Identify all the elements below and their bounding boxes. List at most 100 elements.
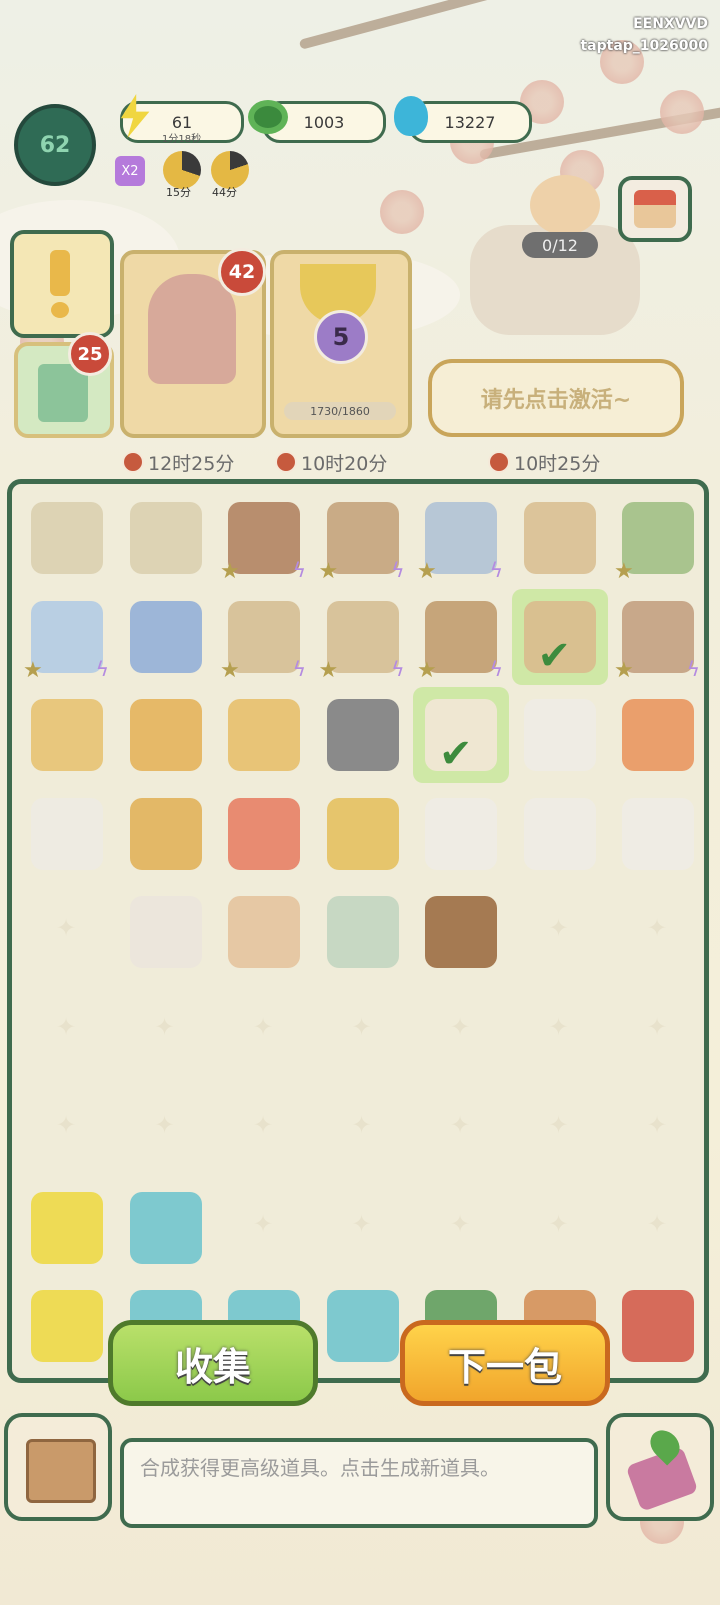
treasure-icon [622, 1290, 694, 1362]
board-cell[interactable] [413, 1081, 509, 1177]
merge-board[interactable]: ★ ϟ ★ ϟ ★ ϟ ★ ★ ϟ ★ ϟ ★ ϟ ★ ϟ ✔ ★ ϟ ✔ [7, 479, 709, 1383]
board-cell[interactable] [216, 687, 312, 783]
map-button[interactable] [606, 1413, 714, 1521]
board-cell[interactable] [413, 1180, 509, 1276]
board-cell[interactable] [413, 786, 509, 882]
collect-button[interactable]: 收集 [108, 1320, 318, 1406]
board-cell[interactable] [610, 786, 706, 882]
shop-button[interactable] [618, 176, 692, 242]
board-cell[interactable] [118, 1180, 214, 1276]
character-portrait [148, 274, 236, 384]
board-cell[interactable] [610, 1081, 706, 1177]
player-level-badge[interactable]: 62 [14, 104, 96, 186]
board-cell[interactable] [19, 983, 115, 1079]
board-cell[interactable] [216, 983, 312, 1079]
board-cell[interactable] [315, 983, 411, 1079]
board-cell[interactable] [216, 1081, 312, 1177]
star-icon: ★ [220, 657, 240, 683]
board-cell[interactable] [315, 687, 411, 783]
board-cell[interactable]: ★ [610, 490, 706, 586]
board-cell[interactable] [118, 687, 214, 783]
exclamation-icon [50, 250, 70, 296]
board-cell[interactable] [118, 884, 214, 980]
board-cell[interactable] [610, 1180, 706, 1276]
trophy-card[interactable]: 5 1730/1860 [270, 250, 412, 438]
star-icon: ★ [220, 559, 240, 584]
trophy-level: 5 [314, 310, 368, 364]
board-cell[interactable]: ★ ϟ [413, 490, 509, 586]
board-cell[interactable] [19, 1180, 115, 1276]
bowl-icon [31, 797, 103, 870]
board-cell[interactable] [512, 786, 608, 882]
exclamation-dot [51, 302, 69, 318]
board-cell[interactable] [19, 1081, 115, 1177]
board-cell[interactable] [512, 687, 608, 783]
board-cell[interactable] [512, 1180, 608, 1276]
alert-button[interactable] [10, 230, 114, 338]
lightning-icon: ϟ [489, 558, 503, 582]
board-cell[interactable] [118, 786, 214, 882]
boost-timer-2: 44分 [212, 186, 237, 199]
board-cell[interactable] [512, 490, 608, 586]
board-cell[interactable] [315, 786, 411, 882]
board-cell[interactable] [315, 1081, 411, 1177]
board-cell[interactable] [216, 884, 312, 980]
inventory-button[interactable] [4, 1413, 112, 1521]
checkmark-icon: ✔ [537, 632, 572, 679]
board-cell[interactable] [512, 884, 608, 980]
clock-icon [275, 451, 297, 473]
star-icon: ★ [614, 559, 634, 584]
worker-portrait [530, 175, 600, 235]
board-cell[interactable] [512, 983, 608, 1079]
tree-branch [298, 0, 553, 50]
board-cell[interactable] [118, 1081, 214, 1177]
activate-button[interactable]: 请先点击激活~ [428, 359, 684, 437]
star-icon: ★ [614, 657, 634, 683]
board-cell[interactable] [315, 884, 411, 980]
dog-icon [425, 797, 497, 870]
worker-count: 0/12 [522, 232, 598, 258]
board-cell[interactable]: ✔ [413, 687, 509, 783]
gem-value: 13227 [444, 112, 496, 132]
board-cell[interactable] [610, 983, 706, 1079]
board-cell[interactable]: ★ ϟ [315, 490, 411, 586]
mooncake-icon [31, 699, 103, 771]
board-cell[interactable] [413, 983, 509, 1079]
board-cell[interactable] [512, 1081, 608, 1177]
board-cell[interactable] [19, 490, 115, 586]
board-cell[interactable]: ★ ϟ [413, 589, 509, 685]
next-pack-button[interactable]: 下一包 [400, 1320, 610, 1406]
blue-flame-icon [394, 96, 428, 136]
board-cell[interactable] [19, 786, 115, 882]
board-cell[interactable] [118, 490, 214, 586]
board-cell[interactable] [216, 1180, 312, 1276]
clock-icon [122, 451, 144, 473]
item-description: 合成获得更高级道具。点击生成新道具。 [120, 1438, 598, 1528]
board-cell[interactable]: ★ ϟ [216, 490, 312, 586]
lightning-icon: ϟ [686, 656, 700, 681]
double-boost-badge[interactable]: X2 [115, 156, 145, 186]
shiba-icon [228, 896, 300, 968]
board-cell[interactable] [19, 884, 115, 980]
board-cell[interactable]: ✔ [511, 588, 608, 685]
board-cell[interactable] [19, 687, 115, 783]
board-cell[interactable] [216, 786, 312, 882]
board-cell[interactable] [19, 1278, 115, 1374]
dog-icon [523, 699, 596, 771]
board-cell[interactable] [413, 884, 509, 980]
board-cell[interactable] [118, 983, 214, 1079]
lightning-icon: ϟ [391, 558, 405, 582]
board-cell[interactable] [610, 884, 706, 980]
board-cell[interactable]: ★ ϟ [315, 589, 411, 685]
star-icon: ★ [318, 559, 339, 584]
board-cell[interactable]: ★ ϟ [216, 589, 312, 685]
board-cell[interactable] [610, 1278, 706, 1374]
board-cell[interactable]: ★ ϟ [610, 589, 706, 685]
tag-icon [228, 699, 300, 771]
board-cell[interactable]: ★ ϟ [19, 589, 115, 685]
board-cell[interactable] [315, 1278, 411, 1374]
board-cell[interactable] [118, 589, 214, 685]
board-cell[interactable] [610, 687, 706, 783]
board-cell[interactable] [315, 1180, 411, 1276]
vase-icon [129, 600, 202, 673]
